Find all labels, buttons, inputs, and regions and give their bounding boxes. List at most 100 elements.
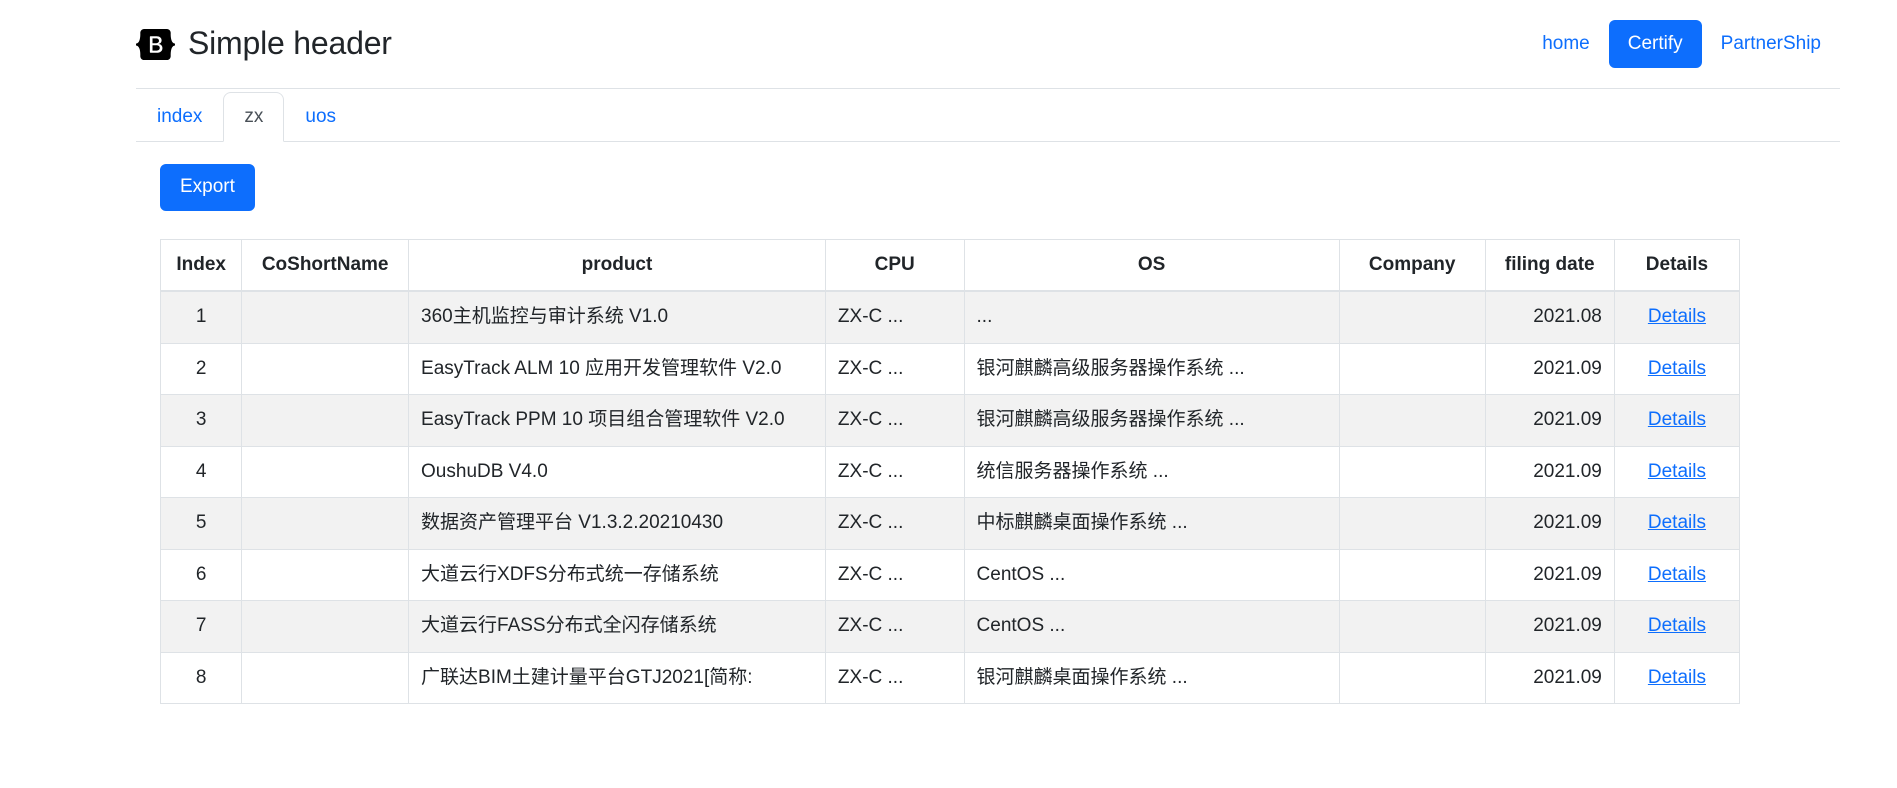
- cell-cpu: ZX-C ...: [824, 342, 965, 395]
- cell-index: 5: [159, 497, 243, 550]
- cell-company: [1338, 290, 1486, 344]
- cell-index: 2: [159, 342, 243, 395]
- cell-company: [1338, 445, 1486, 498]
- cell-coshortname: [241, 394, 410, 447]
- cell-filing-date: 2021.09: [1484, 445, 1615, 498]
- certify-table: Index CoShortName product CPU OS Company…: [159, 238, 1741, 705]
- details-link[interactable]: Details: [1648, 461, 1706, 482]
- tab-bar: index zx uos: [136, 89, 1840, 142]
- table-row: 1 360主机监控与审计系统 V1.0 ZX-C ...... 2021.08 Deta…: [159, 290, 1741, 344]
- col-header-coshortname[interactable]: CoShortName: [241, 238, 410, 292]
- cell-filing-date: 2021.09: [1484, 651, 1615, 704]
- cell-product: 数据资产管理平台 V1.3.2.20210430: [408, 497, 826, 550]
- cell-company: [1338, 394, 1486, 447]
- cell-cpu: ZX-C ...: [824, 497, 965, 550]
- cell-product: 大道云行FASS分布式全闪存储系统: [408, 600, 826, 653]
- cell-product: 广联达BIM土建计量平台GTJ2021[简称:: [408, 651, 826, 704]
- cell-index: 8: [159, 651, 243, 704]
- cell-cpu: ZX-C ...: [824, 394, 965, 447]
- cell-coshortname: [241, 548, 410, 601]
- cell-details: Details: [1613, 497, 1741, 550]
- tab-uos[interactable]: uos: [284, 92, 357, 143]
- cell-details: Details: [1613, 548, 1741, 601]
- cell-coshortname: [241, 342, 410, 395]
- table-row: 8 广联达BIM土建计量平台GTJ2021[简称: ZX-C ... 银河麒麟桌面操作…: [159, 651, 1741, 704]
- cell-details: Details: [1613, 600, 1741, 653]
- cell-cpu: ZX-C ...: [824, 600, 965, 653]
- cell-filing-date: 2021.09: [1484, 548, 1615, 601]
- cell-cpu: ZX-C ...: [824, 290, 965, 344]
- cell-details: Details: [1613, 342, 1741, 395]
- nav-link-certify[interactable]: Certify: [1608, 19, 1702, 69]
- table-row: 2 EasyTrack ALM 10 应用开发管理软件 V2.0 ZX-C ... 银…: [159, 342, 1741, 395]
- cell-details: Details: [1613, 651, 1741, 704]
- toolbar: Export: [0, 142, 1897, 211]
- cell-filing-date: 2021.08: [1484, 290, 1615, 344]
- cell-coshortname: [241, 600, 410, 653]
- cell-os: CentOS ...: [963, 600, 1340, 653]
- cell-filing-date: 2021.09: [1484, 497, 1615, 550]
- cell-os: 统信服务器操作系统 ...: [963, 445, 1340, 498]
- table-row: 5 数据资产管理平台 V1.3.2.20210430 ZX-C ... 中标麒麟桌面操…: [159, 497, 1741, 550]
- cell-index: 3: [159, 394, 243, 447]
- tab-index[interactable]: index: [136, 92, 223, 143]
- cell-filing-date: 2021.09: [1484, 394, 1615, 447]
- nav-link-home[interactable]: home: [1523, 20, 1609, 69]
- cell-details: Details: [1613, 290, 1741, 344]
- page-root: Simple header home Certify PartnerShip i…: [0, 0, 1897, 788]
- cell-index: 6: [159, 548, 243, 601]
- cell-cpu: ZX-C ...: [824, 651, 965, 704]
- site-header: Simple header home Certify PartnerShip: [0, 0, 1897, 88]
- cell-coshortname: [241, 445, 410, 498]
- cell-index: 1: [159, 290, 243, 344]
- col-header-company[interactable]: Company: [1338, 238, 1486, 292]
- col-header-os[interactable]: OS: [963, 238, 1340, 292]
- col-header-index[interactable]: Index: [159, 238, 243, 292]
- table-body: 1 360主机监控与审计系统 V1.0 ZX-C ...... 2021.08 Deta…: [159, 290, 1741, 704]
- tab-zx[interactable]: zx: [223, 91, 285, 142]
- details-link[interactable]: Details: [1648, 667, 1706, 688]
- cell-filing-date: 2021.09: [1484, 342, 1615, 395]
- col-header-filing-date[interactable]: filing date: [1484, 238, 1615, 292]
- cell-product: 360主机监控与审计系统 V1.0: [408, 290, 826, 344]
- cell-coshortname: [241, 651, 410, 704]
- col-header-cpu[interactable]: CPU: [824, 238, 965, 292]
- details-link[interactable]: Details: [1648, 358, 1706, 379]
- nav-link-partnership[interactable]: PartnerShip: [1702, 20, 1840, 69]
- cell-os: ...: [963, 290, 1340, 344]
- bootstrap-logo-icon: [136, 25, 175, 64]
- details-link[interactable]: Details: [1648, 409, 1706, 430]
- cell-product: EasyTrack ALM 10 应用开发管理软件 V2.0: [408, 342, 826, 395]
- tabs-wrap: index zx uos: [136, 88, 1840, 142]
- details-link[interactable]: Details: [1648, 564, 1706, 585]
- export-button[interactable]: Export: [160, 164, 255, 211]
- cell-os: 银河麒麟桌面操作系统 ...: [963, 651, 1340, 704]
- cell-company: [1338, 600, 1486, 653]
- col-header-product[interactable]: product: [408, 238, 826, 292]
- cell-cpu: ZX-C ...: [824, 445, 965, 498]
- cell-details: Details: [1613, 394, 1741, 447]
- cell-os: 银河麒麟高级服务器操作系统 ...: [963, 342, 1340, 395]
- cell-company: [1338, 548, 1486, 601]
- cell-coshortname: [241, 290, 410, 344]
- cell-product: 大道云行XDFS分布式统一存储系统: [408, 548, 826, 601]
- cell-index: 7: [159, 600, 243, 653]
- cell-filing-date: 2021.09: [1484, 600, 1615, 653]
- cell-coshortname: [241, 497, 410, 550]
- details-link[interactable]: Details: [1648, 512, 1706, 533]
- table-head: Index CoShortName product CPU OS Company…: [159, 238, 1741, 292]
- brand[interactable]: Simple header: [136, 25, 392, 64]
- cell-company: [1338, 651, 1486, 704]
- table-area: Index CoShortName product CPU OS Company…: [0, 211, 1897, 705]
- details-link[interactable]: Details: [1648, 306, 1706, 327]
- cell-product: EasyTrack PPM 10 项目组合管理软件 V2.0: [408, 394, 826, 447]
- cell-cpu: ZX-C ...: [824, 548, 965, 601]
- cell-os: 中标麒麟桌面操作系统 ...: [963, 497, 1340, 550]
- details-link[interactable]: Details: [1648, 615, 1706, 636]
- cell-company: [1338, 497, 1486, 550]
- main-nav: home Certify PartnerShip: [1523, 19, 1840, 69]
- table-row: 7 大道云行FASS分布式全闪存储系统 ZX-C ... CentOS ... 2021…: [159, 600, 1741, 653]
- cell-os: CentOS ...: [963, 548, 1340, 601]
- col-header-details[interactable]: Details: [1613, 238, 1741, 292]
- cell-index: 4: [159, 445, 243, 498]
